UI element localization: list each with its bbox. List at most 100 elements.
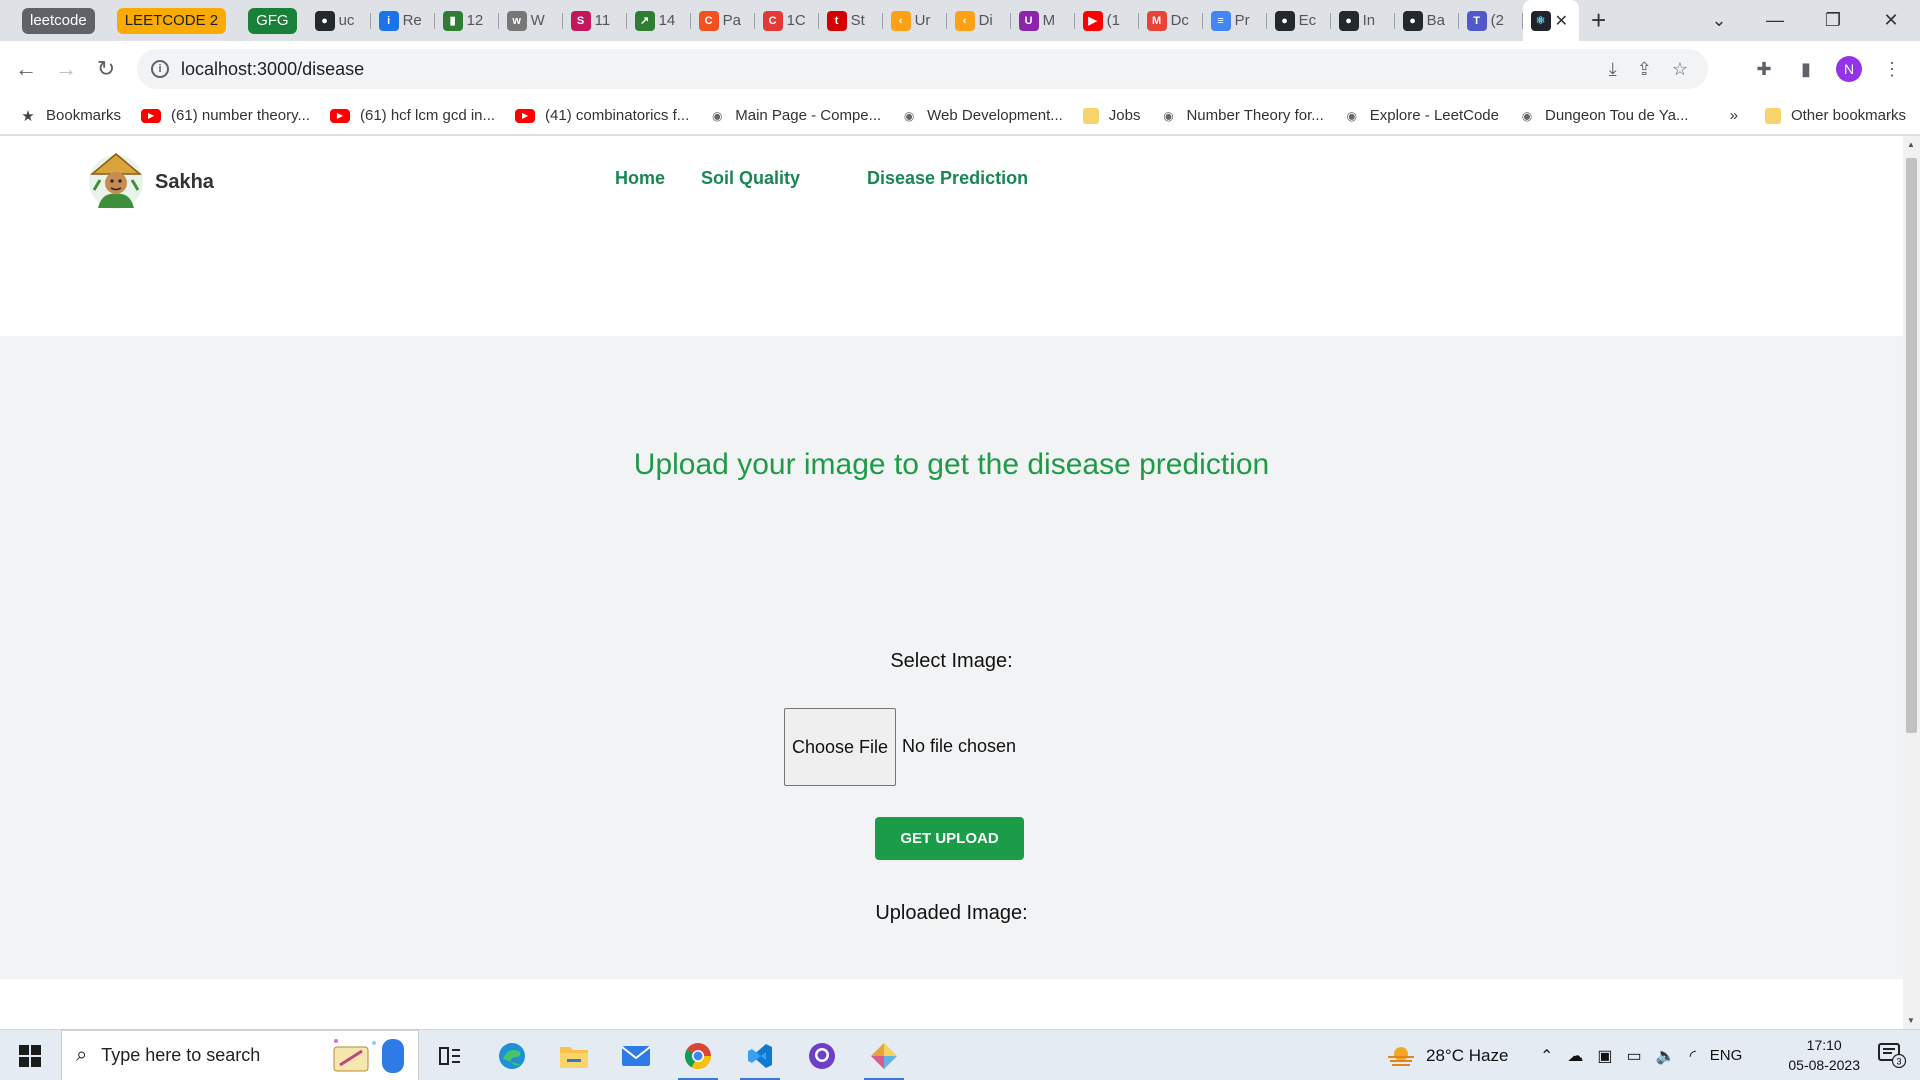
bookmark-item[interactable]: ◉ Web Development...	[901, 107, 1063, 124]
browser-tab[interactable]: ● Ec	[1267, 0, 1331, 41]
browser-tab[interactable]: t St	[819, 0, 883, 41]
bookmark-item[interactable]: ★ Bookmarks	[20, 107, 121, 125]
bookmark-item[interactable]: ▶ (61) number theory...	[141, 107, 310, 124]
show-hidden-icons-icon[interactable]: ⌃	[1540, 1046, 1553, 1066]
system-clock[interactable]: 17:10 05-08-2023	[1788, 1035, 1860, 1075]
nav-home[interactable]: Home	[615, 168, 665, 189]
close-tab-icon[interactable]: ✕	[1555, 11, 1568, 31]
tab-title: 14	[658, 12, 676, 29]
weather-widget[interactable]: 28°C Haze	[1386, 1030, 1508, 1080]
restore-icon[interactable]: ❐	[1804, 0, 1862, 41]
bookmark-label: (61) hcf lcm gcd in...	[359, 107, 496, 124]
gfg-icon: ◉	[1163, 108, 1174, 123]
bookmark-item[interactable]: ◉ Number Theory for...	[1160, 107, 1324, 124]
page-scrollbar[interactable]: ▲ ▼	[1903, 136, 1920, 1029]
bookmark-item[interactable]: ▶ (61) hcf lcm gcd in...	[329, 107, 496, 124]
github-desktop-icon[interactable]	[796, 1030, 848, 1080]
haze-weather-icon	[1388, 1046, 1414, 1066]
battery-icon[interactable]: ▭	[1627, 1046, 1642, 1066]
notification-count: 3	[1896, 1057, 1901, 1067]
tab-title: (2	[1490, 12, 1504, 29]
security-icon[interactable]: ▣	[1597, 1046, 1612, 1066]
forward-icon[interactable]: →	[46, 49, 86, 89]
chart-icon: ↗	[634, 10, 655, 31]
volume-icon[interactable]: 🔈	[1656, 1046, 1676, 1066]
tab-group-chip[interactable]: leetcode	[22, 7, 95, 34]
dev-app-icon[interactable]	[858, 1030, 910, 1080]
wifi-icon[interactable]: ◜	[1690, 1046, 1696, 1066]
browser-tab[interactable]: T (2	[1459, 0, 1523, 41]
browser-tab[interactable]: wW	[499, 0, 563, 41]
tab-group-chip[interactable]: GFG	[248, 7, 297, 34]
codeforces-icon: C	[698, 10, 719, 31]
browser-tab[interactable]: ‹ Ur	[883, 0, 947, 41]
task-view-icon[interactable]	[424, 1030, 476, 1080]
browser-tab[interactable]: ‹ Di	[947, 0, 1011, 41]
browser-tab[interactable]: ▮ 12	[435, 0, 499, 41]
get-upload-button[interactable]: GET UPLOAD	[875, 817, 1024, 860]
youtube-icon: ▶	[515, 108, 536, 123]
nav-disease-prediction[interactable]: Disease Prediction	[867, 168, 1028, 189]
scroll-up-icon[interactable]: ▲	[1907, 140, 1915, 149]
bookmark-star-icon[interactable]: ☆	[1672, 59, 1688, 80]
browser-tab[interactable]: i Re	[371, 0, 435, 41]
reload-icon[interactable]: ↻	[86, 49, 126, 89]
browser-tab[interactable]: M Dc	[1139, 0, 1203, 41]
minimize-icon[interactable]: —	[1746, 0, 1804, 41]
install-icon[interactable]: ⤓	[1609, 59, 1617, 80]
start-button[interactable]	[0, 1030, 60, 1080]
tab-groups: leetcode LEETCODE 2 GFG	[0, 7, 297, 34]
browser-tab[interactable]: C 1C	[755, 0, 819, 41]
notifications-icon[interactable]: 3	[1878, 1042, 1906, 1068]
other-bookmarks[interactable]: Other bookmarks	[1764, 107, 1906, 124]
new-tab-button[interactable]: +	[1579, 0, 1619, 41]
browser-tab-active[interactable]: ⚛ ✕	[1522, 0, 1579, 41]
nav-soil-quality[interactable]: Soil Quality	[701, 168, 800, 189]
bookmark-item[interactable]: ▶ (41) combinatorics f...	[515, 107, 689, 124]
tab-title: Ba	[1426, 12, 1445, 29]
browser-tab[interactable]: S 11	[563, 0, 627, 41]
bookmark-label: Jobs	[1108, 107, 1141, 124]
language-indicator[interactable]: ENG	[1710, 1047, 1743, 1064]
browser-tab[interactable]: UM	[1011, 0, 1075, 41]
browser-tab[interactable]: ● uc	[307, 0, 371, 41]
profile-avatar[interactable]: N	[1836, 56, 1862, 82]
leetcode-icon: ‹	[954, 10, 975, 31]
browser-tab[interactable]: ● In	[1331, 0, 1395, 41]
bookmark-item[interactable]: ◉ Dungeon Tou de Ya...	[1519, 107, 1689, 124]
bookmarks-overflow-icon[interactable]: »	[1730, 107, 1738, 124]
choose-file-button[interactable]: Choose File	[784, 708, 896, 786]
vscode-icon[interactable]	[734, 1030, 786, 1080]
onedrive-icon[interactable]: ☁	[1567, 1046, 1583, 1066]
address-bar[interactable]: i localhost:3000/disease ⤓ ⇪ ☆	[137, 49, 1708, 89]
back-icon[interactable]: ←	[6, 49, 46, 89]
file-explorer-icon[interactable]	[548, 1030, 600, 1080]
edge-icon[interactable]	[486, 1030, 538, 1080]
bookmark-item[interactable]: ◉ Explore - LeetCode	[1344, 107, 1500, 124]
browser-tab[interactable]: ↗ 14	[627, 0, 691, 41]
browser-tab[interactable]: C Pa	[691, 0, 755, 41]
mail-icon[interactable]	[610, 1030, 662, 1080]
browser-tab[interactable]: ▶ (1	[1075, 0, 1139, 41]
browser-tab[interactable]: ● Ba	[1395, 0, 1459, 41]
scroll-down-icon[interactable]: ▼	[1907, 1016, 1915, 1025]
tab-title: Pa	[722, 12, 741, 29]
bookmark-item[interactable]: ◉ Main Page - Compe...	[709, 107, 881, 124]
tab-group-chip[interactable]: LEETCODE 2	[116, 7, 227, 34]
share-icon[interactable]: ⇪	[1637, 59, 1652, 80]
url-text[interactable]: localhost:3000/disease	[181, 59, 364, 80]
scrollbar-thumb[interactable]	[1906, 158, 1917, 733]
site-info-icon[interactable]: i	[151, 60, 169, 78]
taskbar-search[interactable]: ⌕ Type here to search	[61, 1030, 419, 1080]
chrome-taskbar-icon[interactable]	[672, 1030, 724, 1080]
farmer-logo-icon[interactable]	[86, 150, 146, 210]
menu-icon[interactable]: ⋮	[1880, 57, 1904, 81]
extensions-icon[interactable]: ✚	[1752, 57, 1776, 81]
select-image-label: Select Image:	[890, 650, 1013, 672]
tab-search-icon[interactable]: ⌄	[1690, 0, 1748, 41]
side-panel-icon[interactable]: ▮	[1794, 57, 1818, 81]
brand-name[interactable]: Sakha	[155, 171, 214, 194]
bookmark-item[interactable]: Jobs	[1082, 107, 1141, 124]
close-window-icon[interactable]: ✕	[1862, 0, 1920, 41]
browser-tab[interactable]: ≡ Pr	[1203, 0, 1267, 41]
